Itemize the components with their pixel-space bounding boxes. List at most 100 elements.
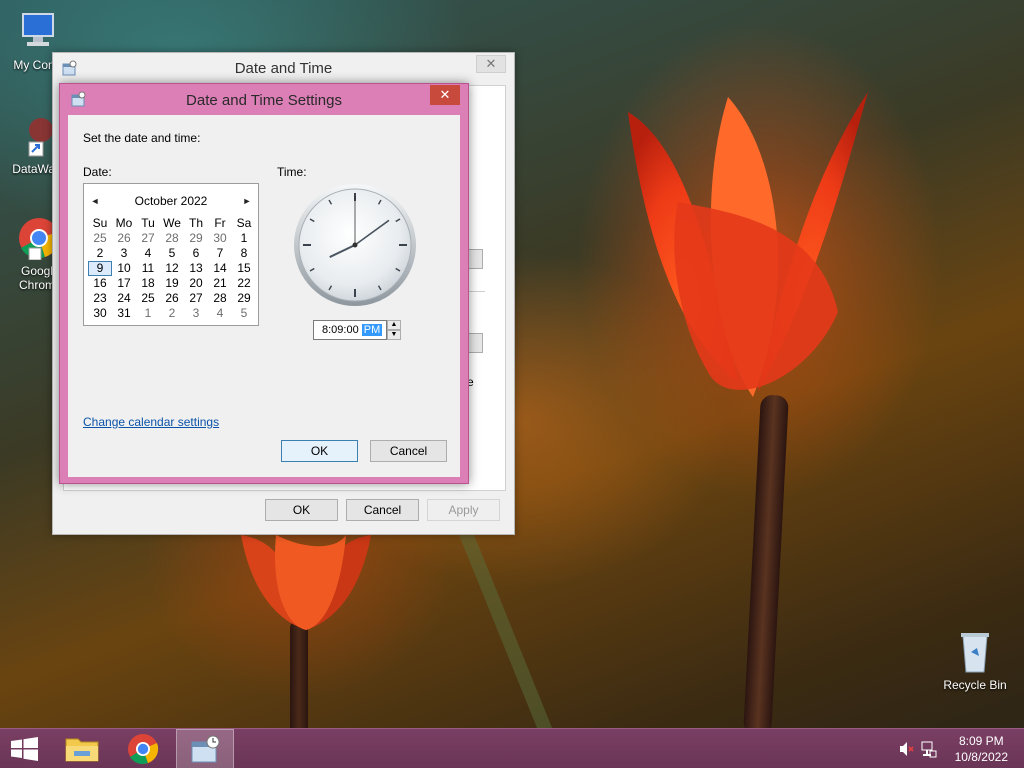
taskbar-clock-date: 10/8/2022 xyxy=(954,750,1008,764)
desktop-icon-label: Recycle Bin xyxy=(943,678,1007,692)
outer-apply-button[interactable]: Apply xyxy=(427,499,500,521)
next-month-button[interactable]: ► xyxy=(240,194,254,208)
calendar-week-row: 2345678 xyxy=(88,246,256,261)
calendar-day[interactable]: 2 xyxy=(160,306,184,321)
calendar-day[interactable]: 7 xyxy=(208,246,232,261)
calendar-day[interactable]: 2 xyxy=(88,246,112,261)
calendar-day-selected[interactable]: 9 xyxy=(88,261,112,276)
chrome-icon xyxy=(128,734,159,764)
calendar-day[interactable]: 17 xyxy=(112,276,136,291)
wallpaper-grass xyxy=(457,525,557,745)
outer-titlebar[interactable]: Date and Time ✕ xyxy=(53,53,514,83)
calendar-day[interactable]: 5 xyxy=(232,306,256,321)
calendar-day[interactable]: 1 xyxy=(136,306,160,321)
dialog-content: Set the date and time: Date: Time: ◄ Oct… xyxy=(68,115,460,477)
taskbar: 8:09 PM 10/8/2022 xyxy=(0,728,1024,768)
spin-down-button[interactable]: ▼ xyxy=(387,330,401,340)
taskbar-clock-time: 8:09 PM xyxy=(958,734,1004,748)
outer-hidden-button[interactable] xyxy=(467,249,483,269)
calendar-day[interactable]: 20 xyxy=(184,276,208,291)
calendar-day[interactable]: 30 xyxy=(208,231,232,246)
taskbar-file-explorer[interactable] xyxy=(54,729,112,768)
calendar-day[interactable]: 8 xyxy=(232,246,256,261)
calendar-day[interactable]: 15 xyxy=(232,261,256,276)
calendar-day[interactable]: 27 xyxy=(184,291,208,306)
date-time-settings-dialog: Date and Time Settings ✕ Set the date an… xyxy=(59,83,469,484)
dialog-cancel-button[interactable]: Cancel xyxy=(370,440,447,462)
outer-separator xyxy=(467,291,485,292)
dialog-titlebar[interactable]: Date and Time Settings ✕ xyxy=(60,84,468,114)
calendar-day[interactable]: 25 xyxy=(88,231,112,246)
taskbar-date-time[interactable] xyxy=(176,729,234,768)
calendar-day[interactable]: 31 xyxy=(112,306,136,321)
close-icon: ✕ xyxy=(439,87,451,102)
recycle-bin-icon xyxy=(953,630,997,674)
calendar-day[interactable]: 3 xyxy=(184,306,208,321)
calendar-day[interactable]: 30 xyxy=(88,306,112,321)
desktop-icon-recycle-bin[interactable]: Recycle Bin xyxy=(938,630,1012,692)
calendar-day[interactable]: 28 xyxy=(160,231,184,246)
calendar-header: ◄ October 2022 ► xyxy=(84,194,258,208)
calendar-day[interactable]: 13 xyxy=(184,261,208,276)
calendar-day[interactable]: 11 xyxy=(136,261,160,276)
calendar-day[interactable]: 12 xyxy=(160,261,184,276)
wallpaper-tulip-stem xyxy=(743,394,789,736)
calendar-day[interactable]: 22 xyxy=(232,276,256,291)
calendar-day[interactable]: 21 xyxy=(208,276,232,291)
calendar-month-label[interactable]: October 2022 xyxy=(84,194,258,208)
calendar-week-row: 25 26 27 28 29 30 1 xyxy=(88,231,256,246)
calendar-day[interactable]: 4 xyxy=(208,306,232,321)
outer-hidden-button[interactable] xyxy=(467,333,483,353)
calendar-weekday: Su xyxy=(92,216,108,230)
time-spinner[interactable]: ▲ ▼ xyxy=(387,320,401,340)
calendar-weekday-row: Su Mo Tu We Th Fr Sa xyxy=(88,216,256,231)
close-icon: ✕ xyxy=(485,56,497,71)
network-icon[interactable] xyxy=(920,729,938,768)
calendar-day[interactable]: 19 xyxy=(160,276,184,291)
calendar-day[interactable]: 5 xyxy=(160,246,184,261)
wallpaper-tulip-small xyxy=(241,535,371,630)
calendar-day[interactable]: 6 xyxy=(184,246,208,261)
wallpaper-tulip xyxy=(628,92,868,397)
time-label: Time: xyxy=(277,165,307,179)
calendar-day[interactable]: 28 xyxy=(208,291,232,306)
analog-clock xyxy=(294,184,416,306)
calendar-weekday: Fr xyxy=(214,216,226,230)
instruction-text: Set the date and time: xyxy=(83,131,201,145)
calendar-day[interactable]: 1 xyxy=(232,231,256,246)
calendar-day[interactable]: 27 xyxy=(136,231,160,246)
calendar-grid: Su Mo Tu We Th Fr Sa 25 26 27 28 29 30 1 2 3 4 5 6 7 8 9 10 11… xyxy=(88,216,256,321)
calendar-day[interactable]: 26 xyxy=(112,231,136,246)
dialog-close-button[interactable]: ✕ xyxy=(430,85,460,105)
windows-logo-icon xyxy=(11,737,38,761)
outer-ok-button[interactable]: OK xyxy=(265,499,338,521)
dialog-ok-button[interactable]: OK xyxy=(281,440,358,462)
month-calendar[interactable]: ◄ October 2022 ► Su Mo Tu We Th Fr Sa 25 26 27 28… xyxy=(83,183,259,326)
calendar-day[interactable]: 3 xyxy=(112,246,136,261)
calendar-day[interactable]: 29 xyxy=(184,231,208,246)
taskbar-clock[interactable]: 8:09 PM 10/8/2022 xyxy=(955,733,1008,765)
taskbar-chrome[interactable] xyxy=(114,729,172,768)
calendar-weekday: Sa xyxy=(236,216,252,230)
start-button[interactable] xyxy=(0,729,58,768)
calendar-weekday: Tu xyxy=(141,216,155,230)
calendar-day[interactable]: 18 xyxy=(136,276,160,291)
outer-close-button[interactable]: ✕ xyxy=(476,55,506,73)
spin-up-button[interactable]: ▲ xyxy=(387,320,401,330)
outer-cancel-button[interactable]: Cancel xyxy=(346,499,419,521)
calendar-week-row: 16 17 18 19 20 21 22 xyxy=(88,276,256,291)
calendar-day[interactable]: 24 xyxy=(112,291,136,306)
calendar-day[interactable]: 10 xyxy=(112,261,136,276)
calendar-day[interactable]: 16 xyxy=(88,276,112,291)
volume-muted-icon[interactable] xyxy=(897,729,915,768)
time-input[interactable]: 8:09:00 PM xyxy=(313,320,387,340)
arrow-right-icon: ► xyxy=(242,196,252,206)
change-calendar-settings-link[interactable]: Change calendar settings xyxy=(83,415,219,429)
calendar-day[interactable]: 23 xyxy=(88,291,112,306)
calendar-day[interactable]: 25 xyxy=(136,291,160,306)
calendar-day[interactable]: 26 xyxy=(160,291,184,306)
calendar-day[interactable]: 14 xyxy=(208,261,232,276)
calendar-day[interactable]: 29 xyxy=(232,291,256,306)
date-time-app-icon xyxy=(191,735,220,763)
calendar-day[interactable]: 4 xyxy=(136,246,160,261)
